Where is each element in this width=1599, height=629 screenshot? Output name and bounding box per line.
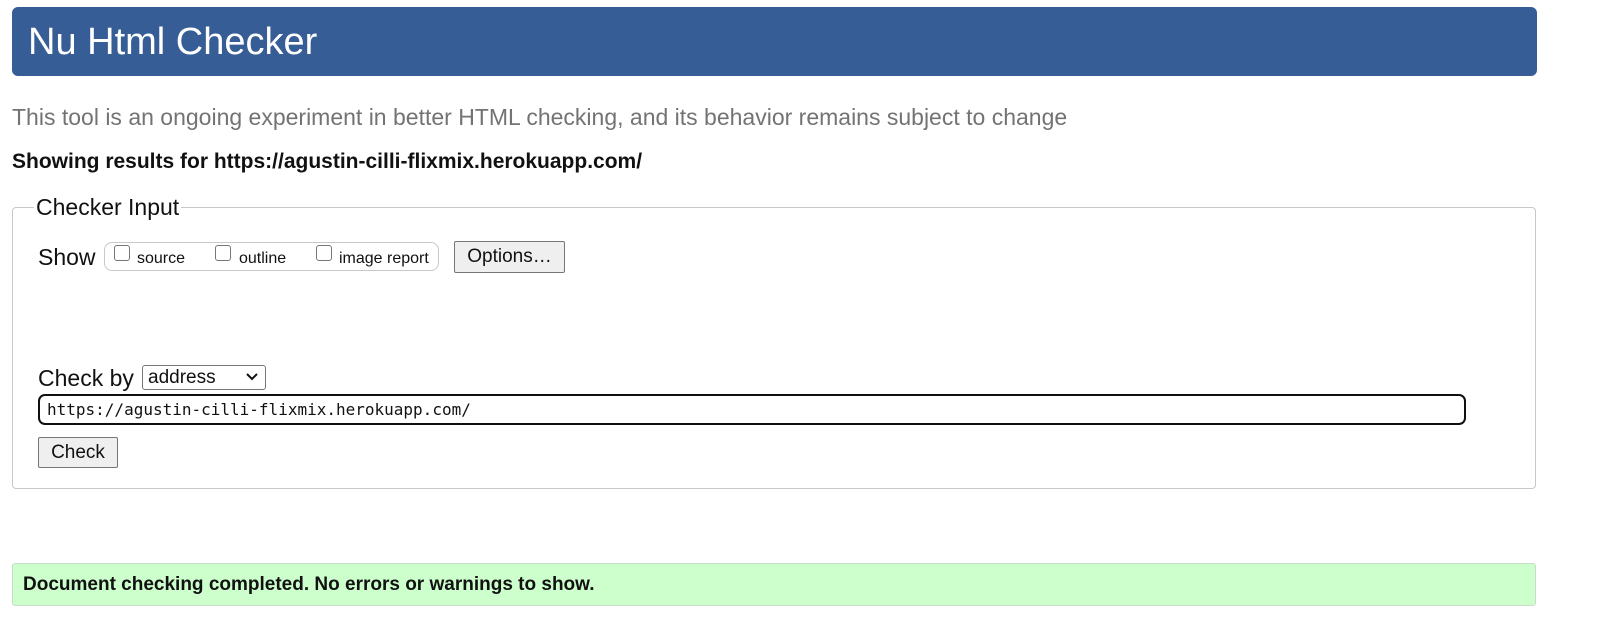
check-by-selected-value: address: [148, 367, 216, 388]
outline-checkbox-label[interactable]: outline: [239, 249, 286, 269]
check-button[interactable]: Check: [38, 437, 118, 468]
source-checkbox[interactable]: [114, 245, 130, 261]
chevron-down-icon: [246, 373, 258, 381]
page: Nu Html Checker This tool is an ongoing …: [0, 0, 1599, 629]
image-report-checkbox-label[interactable]: image report: [339, 249, 429, 269]
results-heading: Showing results for https://agustin-cill…: [12, 150, 643, 173]
check-by-label: Check by: [38, 365, 134, 391]
options-button[interactable]: Options…: [454, 241, 565, 273]
page-title: Nu Html Checker: [28, 21, 318, 63]
show-label: Show: [38, 244, 96, 270]
outline-checkbox[interactable]: [215, 245, 231, 261]
image-report-checkbox[interactable]: [316, 245, 332, 261]
page-header: Nu Html Checker: [12, 7, 1537, 76]
url-input[interactable]: [38, 394, 1466, 425]
result-message-text: Document checking completed. No errors o…: [23, 574, 595, 595]
intro-text: This tool is an ongoing experiment in be…: [12, 104, 1068, 130]
source-checkbox-label[interactable]: source: [137, 249, 185, 269]
checker-input-legend: Checker Input: [34, 193, 182, 221]
result-message-box: Document checking completed. No errors o…: [12, 563, 1536, 606]
check-by-select[interactable]: address: [142, 365, 266, 390]
